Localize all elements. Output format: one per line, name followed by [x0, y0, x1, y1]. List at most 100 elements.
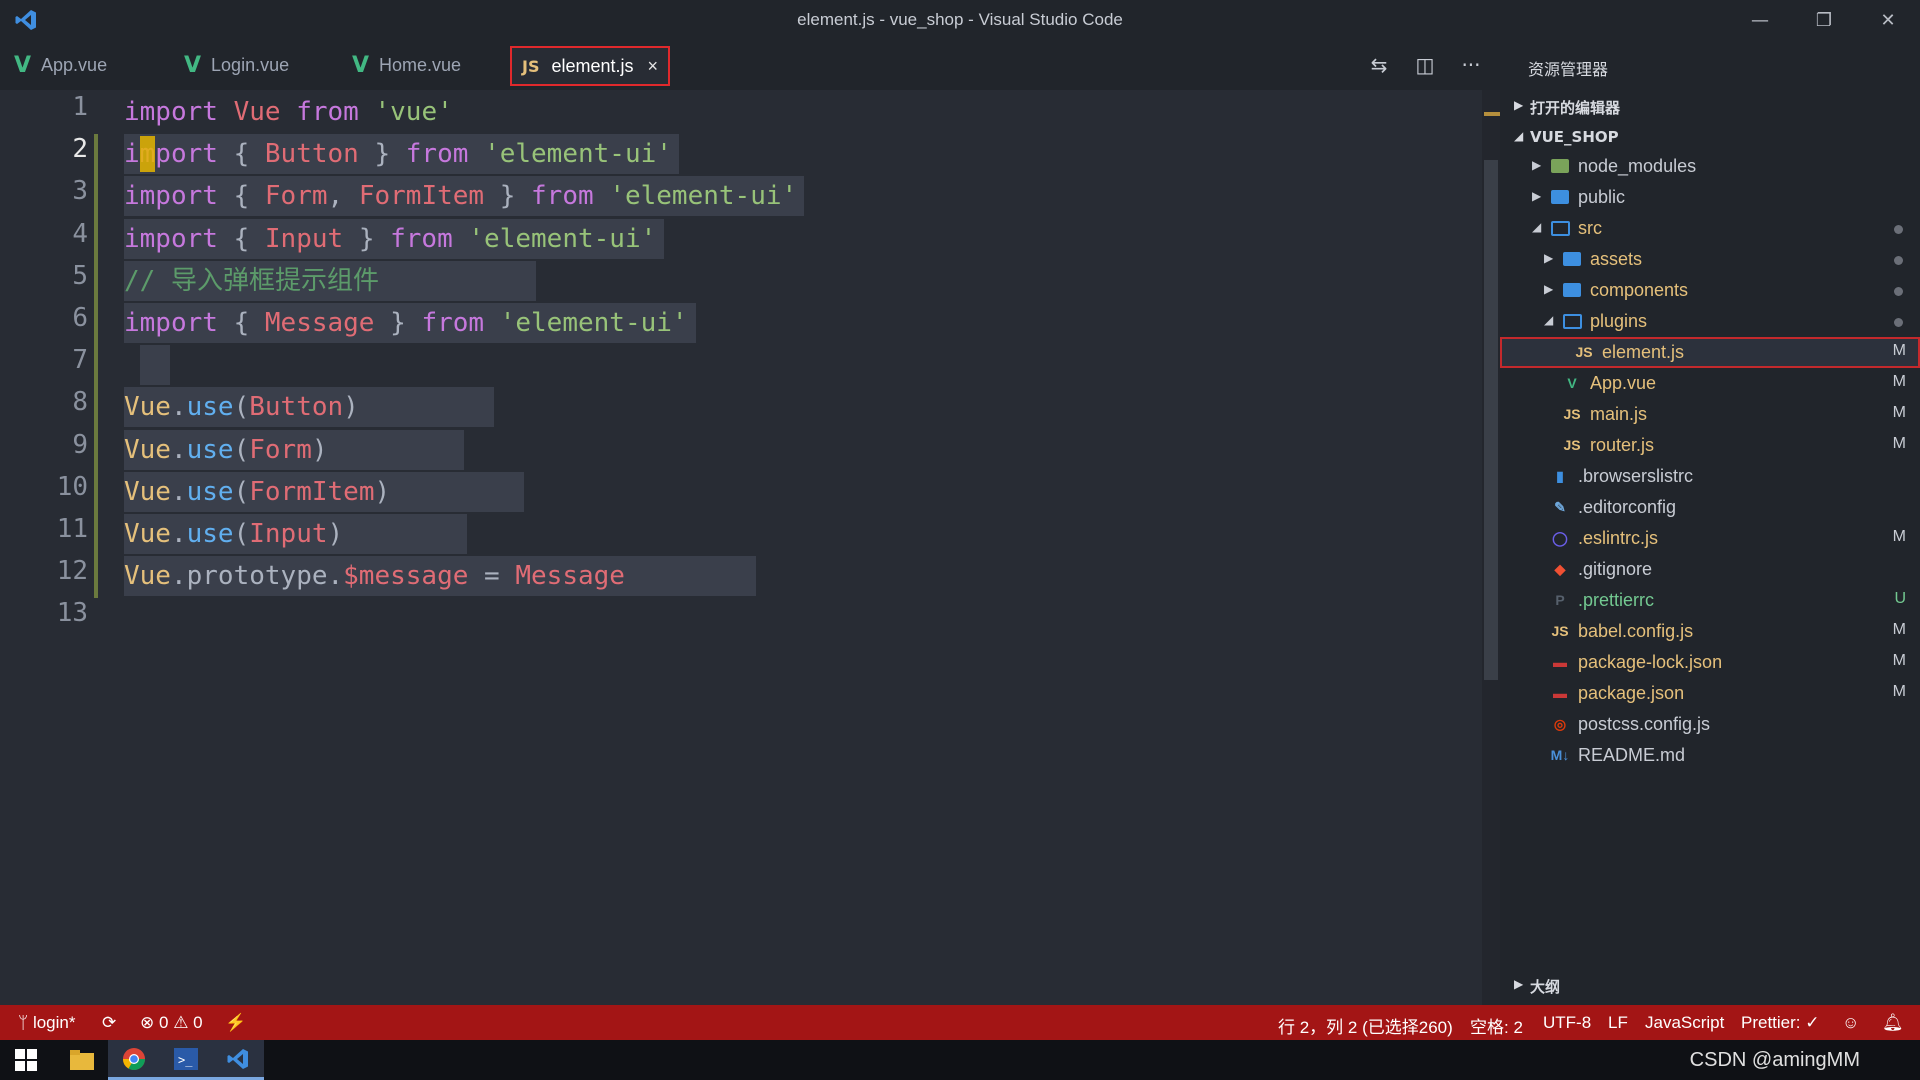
code-token: FormItem — [358, 181, 500, 212]
tab-login-vue[interactable]: V Login.vue — [184, 40, 289, 90]
tree-item-label: element.js — [1602, 342, 1685, 362]
code-line[interactable]: Vue.use(Input) — [124, 514, 343, 554]
code-token: } — [374, 139, 406, 170]
windows-taskbar: >_ CSDN @amingMM — [0, 1040, 1920, 1080]
notification-bell-icon[interactable]: 🔔︎ — [1882, 1013, 1904, 1033]
split-editor-icon[interactable]: ◫ — [1402, 53, 1448, 77]
powershell-icon[interactable]: >_ — [160, 1040, 212, 1080]
code-line[interactable]: Vue.prototype.$message = Message — [124, 556, 625, 596]
chrome-icon[interactable] — [108, 1040, 160, 1080]
tab-home-vue[interactable]: V Home.vue — [352, 40, 461, 90]
code-line[interactable]: Vue.use(Button) — [124, 387, 359, 427]
git-status-badge: M — [1892, 342, 1906, 359]
code-line[interactable]: import Vue from 'vue' — [124, 92, 453, 132]
git-status-badge: M — [1892, 373, 1906, 390]
tree-item-label: components — [1590, 280, 1689, 300]
git-status-badge: M — [1892, 435, 1906, 452]
tree-item[interactable]: ▶ assets — [1500, 244, 1920, 275]
outline-section[interactable]: ▶ 大纲 — [1500, 970, 1920, 1000]
tree-item[interactable]: ▶ components — [1500, 275, 1920, 306]
code-line[interactable]: // 导入弹框提示组件 — [124, 261, 379, 301]
folder-open-icon — [1560, 309, 1584, 333]
more-actions-icon[interactable]: ··· — [1448, 53, 1494, 77]
tree-item[interactable]: ◎ postcss.config.js — [1500, 709, 1920, 740]
cursor-position[interactable]: 行 2，列 2 (已选择260) — [1278, 1013, 1453, 1038]
tree-item[interactable]: ◆ .gitignore — [1500, 554, 1920, 585]
js-icon: JS — [1563, 406, 1581, 422]
code-line[interactable]: import { Button } from 'element-ui' — [124, 134, 672, 174]
code-token: from — [531, 181, 610, 212]
chevron-right-icon[interactable]: ▶ — [1544, 282, 1553, 296]
compare-changes-icon[interactable]: ⇆ — [1356, 53, 1402, 77]
windows-start-icon[interactable] — [0, 1040, 52, 1080]
npm-icon: ▬ — [1553, 654, 1567, 670]
code-line[interactable]: Vue.use(FormItem) — [124, 472, 390, 512]
git-modified-marker — [94, 260, 98, 303]
code-token: // 导入弹框提示组件 — [124, 265, 379, 296]
chevron-down-icon[interactable]: ◢ — [1544, 313, 1553, 327]
feedback-smiley-icon[interactable]: ☺ — [1842, 1013, 1859, 1033]
code-token: ( — [233, 519, 250, 549]
tab-app-vue[interactable]: V App.vue — [14, 40, 107, 90]
chevron-right-icon[interactable]: ▶ — [1532, 158, 1541, 172]
tree-item[interactable]: JS router.js M — [1500, 430, 1920, 461]
tree-item[interactable]: M↓ README.md — [1500, 740, 1920, 771]
folder-icon — [1560, 247, 1584, 271]
code-line[interactable]: import { Input } from 'element-ui' — [124, 219, 656, 259]
chevron-down-icon[interactable]: ◢ — [1532, 220, 1541, 234]
tree-item[interactable]: V App.vue M — [1500, 368, 1920, 399]
end-of-line[interactable]: LF — [1608, 1013, 1628, 1033]
encoding[interactable]: UTF-8 — [1543, 1013, 1591, 1033]
tree-item[interactable]: JS main.js M — [1500, 399, 1920, 430]
code-line[interactable]: Vue.use(Form) — [124, 430, 328, 470]
git-modified-marker — [94, 345, 98, 388]
tree-item[interactable]: ▬ package.json M — [1500, 678, 1920, 709]
open-editors-section[interactable]: ▶ 打开的编辑器 — [1500, 91, 1920, 121]
file-icon: ▮ — [1556, 467, 1564, 484]
chevron-right-icon[interactable]: ▶ — [1532, 189, 1541, 203]
tree-item[interactable]: JS babel.config.js M — [1500, 616, 1920, 647]
tree-item[interactable]: ◯ .eslintrc.js M — [1500, 523, 1920, 554]
chevron-right-icon[interactable]: ▶ — [1544, 251, 1553, 265]
tree-item[interactable]: ◢ plugins — [1500, 306, 1920, 337]
tab-element-js[interactable]: JS element.js × — [510, 46, 671, 86]
title-bar: element.js - vue_shop - Visual Studio Co… — [0, 0, 1920, 40]
restore-button[interactable]: ❐ — [1792, 0, 1856, 40]
outline-label: 大纲 — [1530, 978, 1561, 996]
lightning-icon[interactable]: ⚡ — [225, 1013, 246, 1033]
code-token: Form — [264, 181, 328, 212]
code-token: FormItem — [249, 476, 375, 507]
minimize-button[interactable]: — — [1728, 0, 1792, 40]
tree-item[interactable]: ▮ .browserslistrc — [1500, 461, 1920, 492]
tree-item[interactable]: ▶ public — [1500, 182, 1920, 213]
tree-item[interactable]: ▶ node_modules — [1500, 151, 1920, 182]
line-number: 3 — [72, 176, 88, 207]
prettier-status[interactable]: Prettier: ✓ — [1741, 1013, 1819, 1033]
vscode-taskbar-icon[interactable] — [212, 1040, 264, 1080]
line-number: 12 — [56, 556, 88, 587]
editor-scroll-thumb[interactable] — [1484, 160, 1498, 680]
line-number: 10 — [56, 471, 88, 502]
problems-indicator[interactable]: ⊗ 0 ⚠ 0 — [140, 1013, 203, 1033]
code-line[interactable]: import { Form, FormItem } from 'element-… — [124, 176, 797, 216]
tree-item[interactable]: JS element.js M — [1500, 337, 1920, 368]
tree-item-label: public — [1578, 187, 1626, 207]
language-mode[interactable]: JavaScript — [1645, 1013, 1724, 1033]
tree-item[interactable]: ◢ src — [1500, 213, 1920, 244]
branch-indicator[interactable]: ᛘ login* — [18, 1013, 75, 1033]
indentation[interactable]: 空格: 2 — [1470, 1013, 1523, 1038]
sync-icon[interactable]: ⟳ — [102, 1013, 116, 1033]
code-token: .prototype. — [170, 561, 344, 592]
close-window-button[interactable]: ✕ — [1856, 0, 1920, 40]
folder-icon — [1560, 278, 1584, 302]
tree-item[interactable]: P .prettierrc U — [1500, 585, 1920, 616]
tree-item[interactable]: ▬ package-lock.json M — [1500, 647, 1920, 678]
code-editor[interactable]: 1 2 3 4 5 6 7 8 9 10 11 12 13 import Vue from 'vue' i… — [0, 90, 1482, 1005]
code-token: import — [124, 223, 234, 254]
file-explorer-icon[interactable] — [56, 1040, 108, 1080]
git-status-badge: M — [1892, 404, 1906, 421]
tree-item[interactable]: ✎ .editorconfig — [1500, 492, 1920, 523]
project-section[interactable]: ◢ VUE_SHOP — [1500, 122, 1920, 152]
code-line[interactable]: import { Message } from 'element-ui' — [124, 303, 688, 343]
close-tab-icon[interactable]: × — [648, 56, 659, 77]
